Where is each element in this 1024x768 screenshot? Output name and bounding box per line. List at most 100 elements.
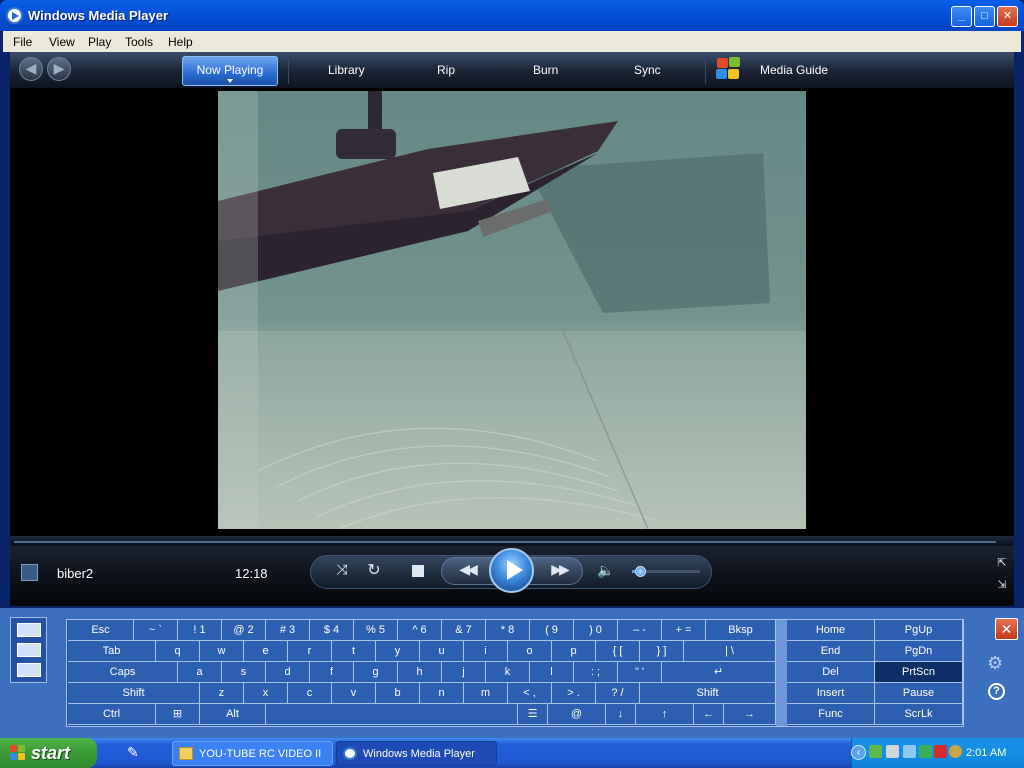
key-3-1[interactable]: z (200, 683, 244, 704)
key-3-6[interactable]: n (420, 683, 464, 704)
key-1-4[interactable]: r (288, 641, 332, 662)
key-0-6[interactable]: % 5 (354, 620, 398, 641)
keyboard-mode-2-icon[interactable] (17, 643, 41, 657)
key-0-5[interactable]: $ 4 (310, 620, 354, 641)
key-1-2[interactable]: w (200, 641, 244, 662)
key-1-7[interactable]: u (420, 641, 464, 662)
key-1-12[interactable]: } ] (640, 641, 684, 662)
key-3-10[interactable]: ? / (596, 683, 640, 704)
key-4-0[interactable]: Ctrl (68, 704, 156, 725)
key-2-3[interactable]: d (266, 662, 310, 683)
key-4-7[interactable]: ↑ (636, 704, 694, 725)
menu-tools[interactable]: Tools (125, 35, 153, 49)
key-0-14[interactable]: Bksp (706, 620, 776, 641)
back-arrow-icon[interactable]: ◀ (19, 57, 43, 81)
media-player-app-icon[interactable] (6, 7, 23, 24)
key-0-2[interactable]: ! 1 (178, 620, 222, 641)
tab-burn[interactable]: Burn (533, 63, 558, 77)
seek-track[interactable] (14, 541, 996, 543)
menu-file[interactable]: File (13, 35, 32, 49)
key-2-1[interactable]: a (178, 662, 222, 683)
display-tray-icon[interactable] (903, 745, 916, 758)
volume-handle[interactable] (635, 566, 646, 577)
key-2-10[interactable]: : ; (574, 662, 618, 683)
key-1-0[interactable]: Tab (68, 641, 156, 662)
forward-arrow-icon[interactable]: ▶ (47, 57, 71, 81)
key-pause[interactable]: Pause (875, 683, 963, 704)
key-2-9[interactable]: l (530, 662, 574, 683)
menu-help[interactable]: Help (168, 35, 193, 49)
key-2-4[interactable]: f (310, 662, 354, 683)
key-del[interactable]: Del (787, 662, 875, 683)
key-3-9[interactable]: > . (552, 683, 596, 704)
keyboard-mode-1-icon[interactable] (17, 623, 41, 637)
video-frame[interactable] (218, 91, 806, 529)
key-0-12[interactable]: – - (618, 620, 662, 641)
tab-media-guide[interactable]: Media Guide (760, 63, 828, 77)
key-1-11[interactable]: { [ (596, 641, 640, 662)
maximize-button[interactable]: □ (974, 6, 995, 27)
help-icon[interactable]: ? (988, 683, 1005, 700)
shuffle-icon[interactable]: ⤨ (333, 561, 351, 578)
key-0-9[interactable]: * 8 (486, 620, 530, 641)
minimize-button[interactable]: _ (951, 6, 972, 27)
repeat-icon[interactable]: ↻ (365, 560, 383, 580)
play-button[interactable] (489, 548, 534, 593)
key-4-9[interactable]: → (724, 704, 776, 725)
key-3-0[interactable]: Shift (68, 683, 200, 704)
key-3-5[interactable]: b (376, 683, 420, 704)
speaker-icon[interactable]: 🔈 (597, 562, 614, 579)
key-pgdn[interactable]: PgDn (875, 641, 963, 662)
key-1-5[interactable]: t (332, 641, 376, 662)
key-1-3[interactable]: e (244, 641, 288, 662)
tab-rip[interactable]: Rip (437, 63, 455, 77)
key-0-7[interactable]: ^ 6 (398, 620, 442, 641)
quick-launch-icon[interactable]: ✎ (127, 744, 143, 760)
key-4-1[interactable]: ⊞ (156, 704, 200, 725)
key-4-6[interactable]: ↓ (606, 704, 636, 725)
key-1-13[interactable]: | \ (684, 641, 776, 662)
key-0-4[interactable]: # 3 (266, 620, 310, 641)
key-2-7[interactable]: j (442, 662, 486, 683)
key-0-8[interactable]: & 7 (442, 620, 486, 641)
key-4-5[interactable]: @ (548, 704, 606, 725)
key-0-11[interactable]: ) 0 (574, 620, 618, 641)
taskbar-item-folder[interactable]: YOU-TUBE RC VIDEO II (172, 741, 333, 766)
key-prtscn[interactable]: PrtScn (875, 662, 963, 683)
key-0-10[interactable]: ( 9 (530, 620, 574, 641)
key-1-10[interactable]: p (552, 641, 596, 662)
keyboard-close-button[interactable]: ✕ (995, 618, 1018, 640)
key-1-9[interactable]: o (508, 641, 552, 662)
key-pgup[interactable]: PgUp (875, 620, 963, 641)
key-4-2[interactable]: Alt (200, 704, 266, 725)
key-scrlk[interactable]: ScrLk (875, 704, 963, 725)
key-2-11[interactable]: " ' (618, 662, 662, 683)
key-3-8[interactable]: < , (508, 683, 552, 704)
stop-icon[interactable] (412, 565, 424, 577)
title-bar[interactable]: Windows Media Player _ □ ✕ (0, 0, 1024, 31)
key-end[interactable]: End (787, 641, 875, 662)
key-0-0[interactable]: Esc (68, 620, 134, 641)
key-space[interactable] (266, 704, 518, 725)
key-4-4[interactable]: ☰ (518, 704, 548, 725)
key-2-0[interactable]: Caps (68, 662, 178, 683)
key-2-12[interactable]: ↵ (662, 662, 776, 683)
key-2-8[interactable]: k (486, 662, 530, 683)
gear-icon[interactable]: ⚙ (987, 653, 1003, 674)
keyboard-mode-3-icon[interactable] (17, 663, 41, 677)
network-icon[interactable] (869, 745, 882, 758)
key-3-11[interactable]: Shift (640, 683, 776, 704)
key-home[interactable]: Home (787, 620, 875, 641)
acrobat-tray-icon[interactable] (934, 745, 947, 758)
key-1-6[interactable]: y (376, 641, 420, 662)
volume-tray-icon[interactable] (886, 745, 899, 758)
key-2-5[interactable]: g (354, 662, 398, 683)
key-2-2[interactable]: s (222, 662, 266, 683)
previous-icon[interactable]: ◀◀ (452, 561, 482, 578)
key-1-8[interactable]: i (464, 641, 508, 662)
tab-sync[interactable]: Sync (634, 63, 661, 77)
full-screen-icon[interactable]: ⇲ (996, 578, 1008, 591)
key-3-2[interactable]: x (244, 683, 288, 704)
key-3-3[interactable]: c (288, 683, 332, 704)
key-2-6[interactable]: h (398, 662, 442, 683)
